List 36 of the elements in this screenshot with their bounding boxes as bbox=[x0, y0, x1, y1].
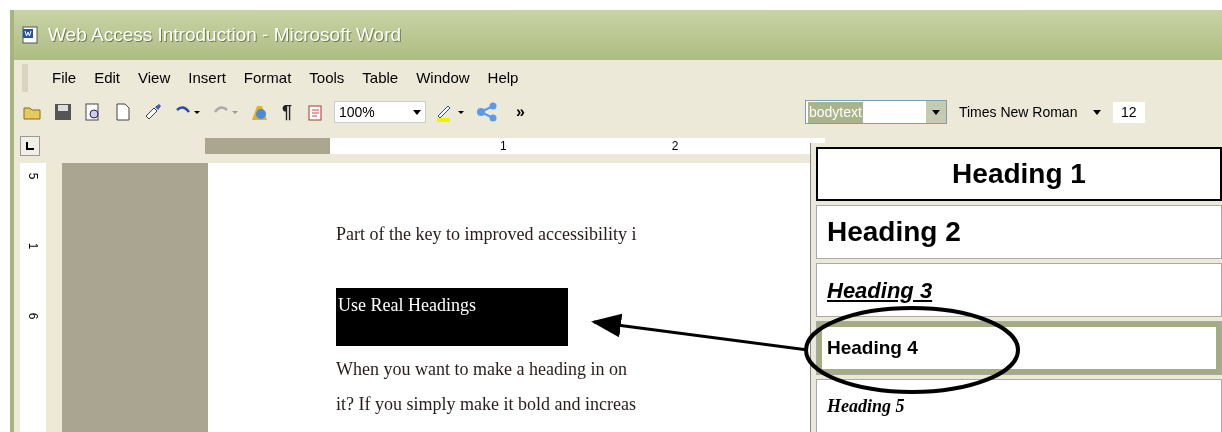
menu-item[interactable]: Table bbox=[362, 66, 399, 90]
show-formatting-button[interactable]: ¶ bbox=[278, 98, 296, 126]
ruler-number: 1 bbox=[25, 242, 41, 250]
menu-item[interactable]: Edit bbox=[94, 66, 121, 90]
menu-item[interactable]: Window bbox=[416, 66, 470, 90]
toolbar-overflow-button[interactable]: » bbox=[516, 100, 525, 124]
style-option[interactable]: Heading 5 bbox=[816, 379, 1222, 432]
body-text-line: it? If you simply make it bold and increas bbox=[336, 393, 636, 416]
ruler-number: 6 bbox=[25, 312, 41, 320]
body-text-line: When you want to make a heading in on bbox=[336, 358, 627, 381]
menu-item[interactable]: Help bbox=[487, 66, 519, 90]
style-option[interactable]: Heading 1 bbox=[816, 147, 1222, 201]
body-paragraph: Part of the key to improved accessibility i bbox=[336, 223, 637, 246]
menu-bar-grip[interactable] bbox=[22, 64, 28, 92]
window-title: Web Access Introduction - Microsoft Word bbox=[48, 22, 402, 47]
ruler-number: 1 bbox=[500, 139, 507, 152]
font-size-field[interactable]: 12 bbox=[1112, 101, 1145, 123]
menu-item[interactable]: File bbox=[52, 66, 77, 90]
zoom-dropdown[interactable]: 100% bbox=[334, 101, 426, 123]
tab-stop-icon[interactable] bbox=[20, 135, 40, 156]
dropdown-caret-icon[interactable] bbox=[413, 109, 421, 115]
menu-item[interactable]: Format bbox=[243, 66, 292, 90]
menu-item[interactable]: Tools bbox=[309, 66, 345, 90]
ruler-number: 5 bbox=[25, 172, 41, 180]
word-document-icon bbox=[22, 26, 40, 44]
selected-heading: Use Real Headings bbox=[336, 288, 568, 346]
menu-item[interactable]: Insert bbox=[188, 66, 226, 90]
dropdown-caret-icon[interactable] bbox=[1092, 109, 1101, 115]
style-option[interactable]: Heading 3 bbox=[816, 263, 1222, 317]
ruler-number: 2 bbox=[671, 139, 679, 152]
font-dropdown[interactable]: Times New Roman bbox=[954, 100, 1105, 124]
style-option[interactable]: Heading 2 bbox=[816, 205, 1222, 259]
style-option[interactable]: Heading 4 bbox=[816, 321, 1222, 375]
dropdown-caret-icon[interactable] bbox=[931, 109, 940, 115]
save-icon[interactable] bbox=[52, 102, 74, 122]
menu-item[interactable]: View bbox=[138, 66, 171, 90]
